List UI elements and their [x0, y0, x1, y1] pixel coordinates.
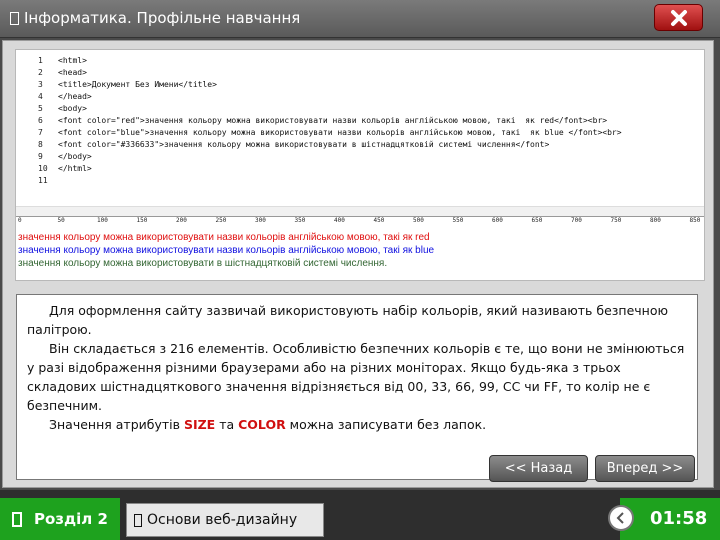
line-number: 4: [38, 92, 43, 101]
browser-preview: значення кольору можна використовувати н…: [16, 228, 704, 280]
code-line: <title>Документ Без Имени</title>: [58, 80, 217, 89]
book-icon: [134, 514, 142, 527]
ruler-tick: 250: [215, 217, 227, 224]
preview-line: значення кольору можна використовувати в…: [18, 258, 388, 269]
preview-line: значення кольору можна використовувати н…: [18, 232, 430, 243]
code-line: </body>: [58, 152, 92, 161]
ruler-tick: 200: [176, 217, 187, 224]
paragraph-palette: Для оформлення сайту зазвичай використов…: [27, 303, 669, 337]
ruler-tick: 600: [492, 217, 503, 224]
ruler-tick: 700: [571, 217, 582, 224]
code-line: <font color="blue">значення кольору можн…: [58, 128, 622, 137]
line-number: 11: [38, 176, 48, 185]
code-line: <font color="red">значення кольору можна…: [58, 116, 608, 125]
pixel-ruler: 0 50 100 150 200 250 300 350 400 450 500 550 600 650 7…: [16, 216, 704, 226]
close-button[interactable]: [654, 4, 703, 31]
ruler-tick: 0: [18, 217, 22, 224]
ruler-tick: 50: [57, 217, 65, 224]
clock-icon: [608, 505, 634, 531]
line-number: 6: [38, 116, 43, 125]
ruler-tick: 850: [689, 217, 701, 224]
ruler-tick: 150: [136, 217, 148, 224]
lesson-text: Для оформлення сайту зазвичай використов…: [16, 294, 698, 480]
line-number: 3: [38, 80, 43, 89]
ruler-tick: 800: [650, 217, 661, 224]
html-editor-screenshot: 1 <html> 2 <head> 3 <title>Документ Без Имени…: [15, 49, 705, 281]
lesson-content: 1 <html> 2 <head> 3 <title>Документ Без Имени…: [2, 40, 714, 488]
ruler-tick: 550: [452, 217, 464, 224]
attr-color: COLOR: [238, 417, 286, 432]
line-number: 9: [38, 152, 43, 161]
title-bar: Інформатика. Профільне навчання: [0, 0, 720, 38]
attr-text-end: можна записувати без лапок.: [285, 417, 487, 432]
ruler-tick: 300: [255, 217, 266, 224]
attr-size: SIZE: [183, 417, 216, 432]
line-number: 8: [38, 140, 43, 149]
paragraph-safe-colors: Він складається з 216 елементів. Особлив…: [27, 341, 685, 413]
ruler-tick: 500: [413, 217, 424, 224]
line-number: 7: [38, 128, 43, 137]
ruler-tick: 450: [373, 217, 385, 224]
line-number: 2: [38, 68, 43, 77]
ruler-tick: 750: [610, 217, 622, 224]
topic-badge[interactable]: Основи веб-дизайну: [126, 503, 324, 537]
code-line: <html>: [58, 56, 87, 65]
app-window: Інформатика. Профільне навчання 1 <html> 2…: [0, 0, 720, 540]
ruler-tick: 350: [294, 217, 306, 224]
forward-button[interactable]: Вперед >>: [595, 455, 695, 482]
ruler-tick: 650: [531, 217, 543, 224]
attr-text-mid: та: [215, 417, 239, 432]
section-badge[interactable]: Розділ 2: [0, 498, 120, 540]
code-line: <body>: [58, 104, 87, 113]
section-label: Розділ 2: [34, 510, 108, 528]
window-title: Інформатика. Профільне навчання: [24, 9, 301, 27]
code-line: </html>: [58, 164, 92, 173]
back-button[interactable]: << Назад: [489, 455, 588, 482]
attr-text-start: Значення атрибутів: [49, 417, 184, 432]
line-number: 10: [38, 164, 48, 173]
line-number: 1: [38, 56, 43, 65]
paragraph-attributes: Значення атрибутів SIZE та COLOR можна з…: [27, 415, 687, 434]
code-line: <head>: [58, 68, 87, 77]
book-icon: [12, 512, 22, 527]
preview-line: значення кольору можна використовувати н…: [18, 245, 435, 256]
ruler-tick: 400: [334, 217, 345, 224]
topic-label: Основи веб-дизайну: [147, 512, 298, 528]
code-line: <font color="#336633">значення кольору м…: [58, 140, 550, 149]
timer-value: 01:58: [650, 508, 708, 529]
book-icon: [10, 12, 19, 25]
close-icon: [670, 9, 687, 26]
ruler-tick: 100: [97, 217, 108, 224]
code-line: </head>: [58, 92, 92, 101]
line-number: 5: [38, 104, 43, 113]
